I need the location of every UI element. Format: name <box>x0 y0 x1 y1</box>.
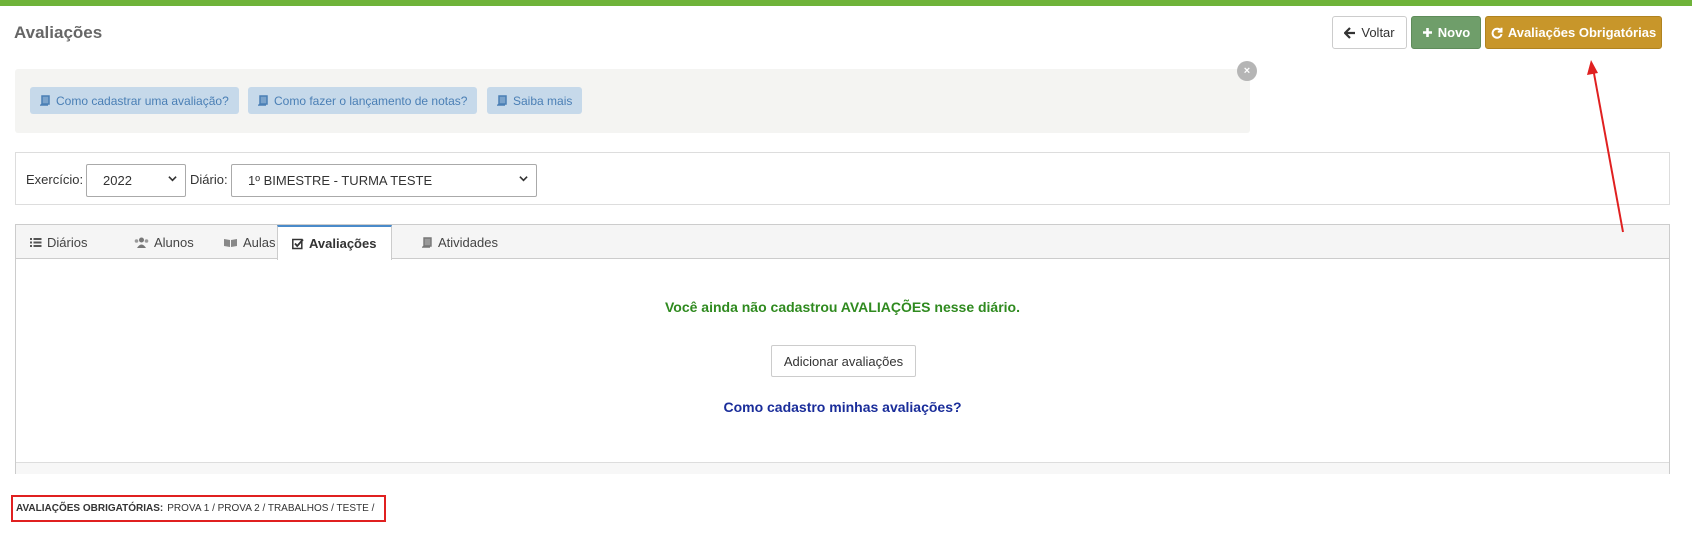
diary-select-value: 1º BIMESTRE - TURMA TESTE <box>248 173 433 188</box>
required-assessments-button-label: Avaliações Obrigatórias <box>1507 25 1657 40</box>
tab-avaliacoes[interactable]: Avaliações <box>277 225 392 260</box>
help-link-grade-entry[interactable]: Como fazer o lançamento de notas? <box>248 87 478 114</box>
required-assessments-note-label: AVALIAÇÕES OBRIGATÓRIAS: <box>16 503 164 514</box>
new-button-label: Novo <box>1437 25 1471 40</box>
filter-bar: Exercício: 2022 Diário: 1º BIMESTRE - TU… <box>15 152 1670 205</box>
back-button-label: Voltar <box>1361 25 1395 40</box>
tabs-panel-footer <box>16 462 1669 474</box>
tab-label: Atividades <box>438 234 498 250</box>
top-accent-bar <box>0 0 1692 6</box>
tab-diarios[interactable]: Diários <box>16 225 101 259</box>
help-link-label: Como cadastrar uma avaliação? <box>56 93 229 108</box>
book-icon <box>497 95 507 106</box>
new-button[interactable]: Novo <box>1411 16 1481 49</box>
required-assessments-button[interactable]: Avaliações Obrigatórias <box>1485 16 1662 49</box>
tab-label: Diários <box>47 234 88 250</box>
close-help-icon[interactable]: × <box>1237 61 1257 81</box>
year-label: Exercício: <box>26 172 84 187</box>
required-assessments-note-items: PROVA 1 / PROVA 2 / TRABALHOS / TESTE / <box>167 503 375 514</box>
book-icon <box>40 95 50 106</box>
plus-icon <box>1422 28 1432 37</box>
year-select[interactable]: 2022 <box>86 164 186 197</box>
chevron-down-icon <box>519 176 528 182</box>
help-link-learn-more[interactable]: Saiba mais <box>487 87 583 114</box>
users-icon <box>134 237 149 248</box>
checkbox-icon <box>292 238 304 249</box>
help-panel: Como cadastrar uma avaliação? Como fazer… <box>15 69 1250 133</box>
year-select-value: 2022 <box>103 173 132 188</box>
back-button[interactable]: Voltar <box>1332 16 1407 49</box>
how-to-register-link[interactable]: Como cadastro minhas avaliações? <box>16 399 1669 415</box>
book-icon <box>258 95 268 106</box>
tab-label: Alunos <box>154 234 194 250</box>
page-title: Avaliações <box>14 23 103 42</box>
arrow-left-icon <box>1344 26 1356 39</box>
tab-alunos[interactable]: Alunos <box>120 225 208 259</box>
diary-label: Diário: <box>190 172 228 187</box>
help-link-label: Saiba mais <box>513 93 573 108</box>
tabs-panel: Diários Alunos Aulas Avaliações Atividad… <box>15 224 1670 474</box>
open-book-icon <box>224 238 237 247</box>
add-assessments-button[interactable]: Adicionar avaliações <box>771 345 916 377</box>
tab-label: Avaliações <box>309 236 377 251</box>
tab-atividades[interactable]: Atividades <box>408 225 512 259</box>
required-assessments-note: AVALIAÇÕES OBRIGATÓRIAS: PROVA 1 / PROVA… <box>11 495 386 522</box>
diary-select[interactable]: 1º BIMESTRE - TURMA TESTE <box>231 164 537 197</box>
help-link-register-assessment[interactable]: Como cadastrar uma avaliação? <box>30 87 239 114</box>
refresh-icon <box>1491 27 1503 39</box>
chevron-down-icon <box>168 176 177 182</box>
book-icon <box>422 236 432 248</box>
tab-strip: Diários Alunos Aulas Avaliações Atividad… <box>16 225 1669 260</box>
help-link-label: Como fazer o lançamento de notas? <box>274 93 468 108</box>
tab-label: Aulas <box>243 234 276 250</box>
list-icon <box>30 237 42 247</box>
empty-state-message: Você ainda não cadastrou AVALIAÇÕES ness… <box>664 299 1021 315</box>
